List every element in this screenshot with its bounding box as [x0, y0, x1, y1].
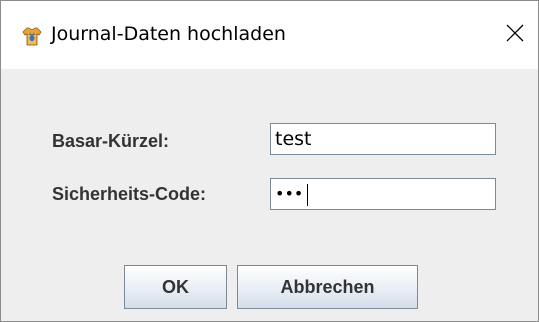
title-bar[interactable]: Journal-Daten hochladen	[1, 1, 538, 69]
sicherheits-code-input[interactable]: •••	[270, 178, 496, 210]
window-title: Journal-Daten hochladen	[51, 23, 286, 45]
cancel-button[interactable]: Abbrechen	[237, 265, 418, 309]
close-button[interactable]	[492, 1, 538, 69]
ok-button[interactable]: OK	[124, 265, 227, 309]
shirt-upload-icon	[20, 24, 44, 48]
text-caret	[307, 184, 308, 206]
upload-dialog: Journal-Daten hochladen Basar-Kürzel: Si…	[0, 0, 539, 322]
basar-kuerzel-input[interactable]	[270, 123, 496, 155]
password-mask: •••	[275, 184, 304, 203]
basar-kuerzel-label: Basar-Kürzel:	[52, 131, 170, 151]
close-icon	[506, 24, 524, 47]
sicherheits-code-label: Sicherheits-Code:	[52, 184, 207, 204]
